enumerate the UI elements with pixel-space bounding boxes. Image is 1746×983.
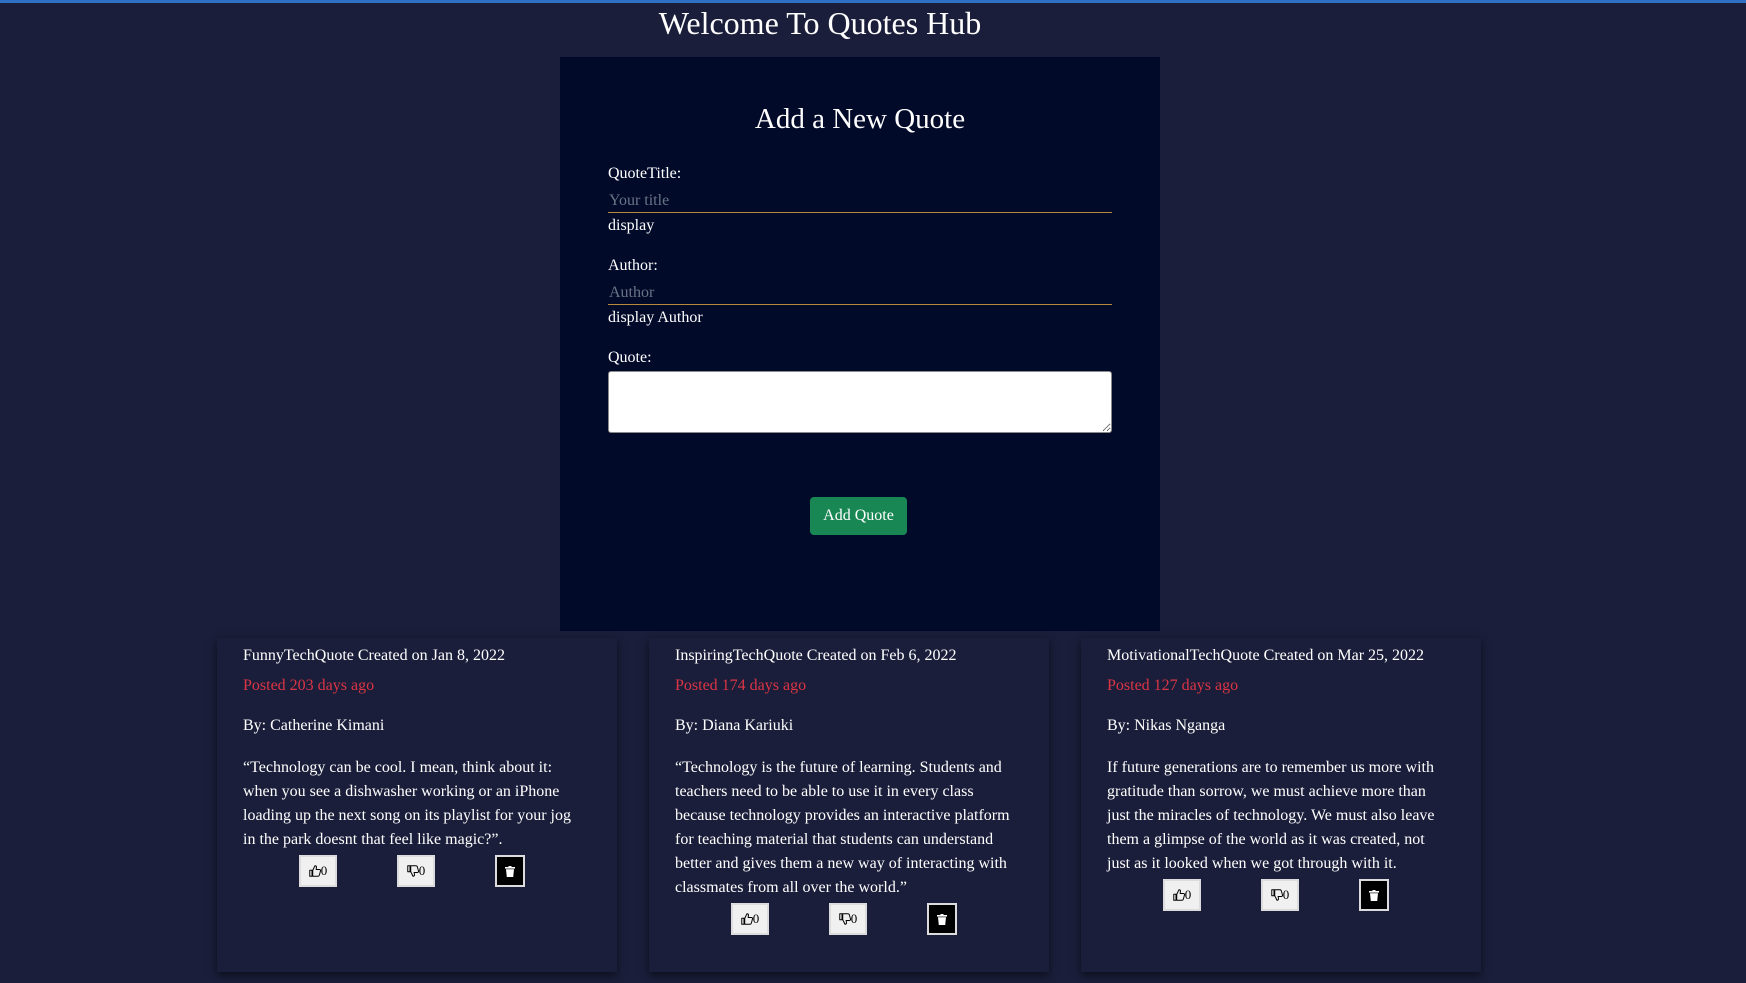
quote-text: “Technology is the future of learning. S…	[675, 759, 1010, 896]
trash-icon	[937, 913, 947, 925]
add-quote-form: Add a New Quote QuoteTitle: display Auth…	[560, 57, 1160, 631]
quote-title-line: FunnyTechQuote Created on Jan 8, 2022	[243, 647, 505, 664]
quote-title-display: display	[608, 217, 655, 234]
quote-card: InspiringTechQuote Created on Feb 6, 202…	[649, 638, 1049, 972]
quote-actions: 0 0	[675, 903, 1015, 939]
downvote-count: 0	[418, 863, 426, 878]
quote-textarea[interactable]	[608, 371, 1112, 433]
author-label: Author:	[608, 257, 658, 274]
quote-text: “Technology can be cool. I mean, think a…	[243, 759, 571, 848]
posted-ago: Posted 127 days ago	[1107, 677, 1239, 694]
top-accent-line	[0, 0, 1746, 3]
author-display: display Author	[608, 309, 703, 326]
quote-card: FunnyTechQuote Created on Jan 8, 2022 Po…	[217, 638, 617, 972]
upvote-button[interactable]: 0	[731, 903, 769, 935]
delete-button[interactable]	[1359, 879, 1389, 911]
quote-author: By: Catherine Kimani	[243, 717, 385, 734]
thumbs-down-icon	[839, 913, 851, 925]
downvote-count: 0	[850, 911, 858, 926]
thumbs-down-icon	[1271, 889, 1283, 901]
posted-ago: Posted 174 days ago	[675, 677, 807, 694]
upvote-button[interactable]: 0	[299, 855, 337, 887]
quote-title-line: InspiringTechQuote Created on Feb 6, 202…	[675, 647, 957, 664]
quote-text: If future generations are to remember us…	[1107, 759, 1435, 872]
quote-card: MotivationalTechQuote Created on Mar 25,…	[1081, 638, 1481, 972]
downvote-count: 0	[1282, 887, 1290, 902]
add-quote-button[interactable]: Add Quote	[810, 497, 907, 535]
author-input[interactable]	[608, 281, 1112, 305]
quote-actions: 0 0	[1107, 879, 1447, 915]
upvote-count: 0	[320, 863, 328, 878]
downvote-button[interactable]: 0	[397, 855, 435, 887]
trash-icon	[1369, 889, 1379, 901]
trash-icon	[505, 865, 515, 877]
quote-actions: 0 0	[243, 855, 583, 891]
posted-ago: Posted 203 days ago	[243, 677, 375, 694]
thumbs-up-icon	[309, 865, 321, 877]
upvote-count: 0	[1184, 887, 1192, 902]
thumbs-up-icon	[1173, 889, 1185, 901]
quote-label: Quote:	[608, 349, 652, 366]
downvote-button[interactable]: 0	[1261, 879, 1299, 911]
thumbs-up-icon	[741, 913, 753, 925]
page-title: Welcome To Quotes Hub	[658, 5, 982, 41]
upvote-button[interactable]: 0	[1163, 879, 1201, 911]
form-heading: Add a New Quote	[754, 103, 966, 135]
delete-button[interactable]	[495, 855, 525, 887]
quote-author: By: Nikas Nganga	[1107, 717, 1226, 734]
delete-button[interactable]	[927, 903, 957, 935]
quote-author: By: Diana Kariuki	[675, 717, 794, 734]
thumbs-down-icon	[407, 865, 419, 877]
quote-title-input[interactable]	[608, 189, 1112, 213]
quote-title-line: MotivationalTechQuote Created on Mar 25,…	[1107, 647, 1425, 664]
upvote-count: 0	[752, 911, 760, 926]
downvote-button[interactable]: 0	[829, 903, 867, 935]
quote-title-label: QuoteTitle:	[608, 165, 682, 182]
